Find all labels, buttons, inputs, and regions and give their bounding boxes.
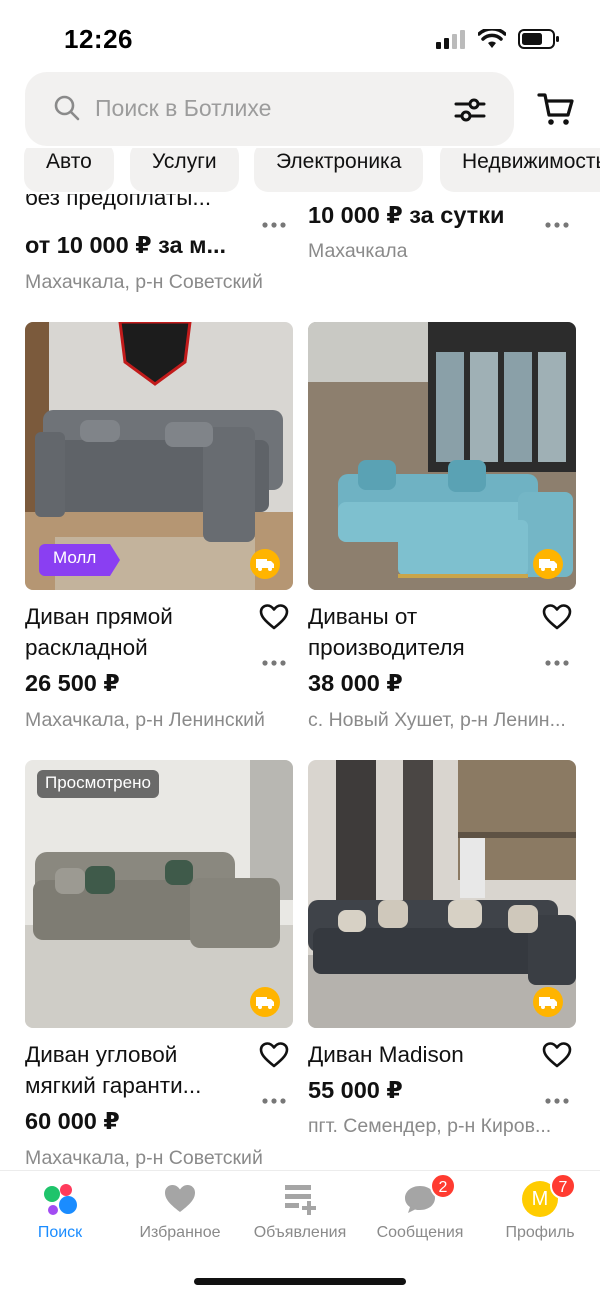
search-input[interactable]: Поиск в Ботлихе (25, 72, 514, 146)
status-icons (436, 28, 560, 50)
home-indicator (194, 1278, 406, 1285)
card-price: 26 500 ₽ (25, 670, 120, 696)
listing-photo[interactable]: Просмотрено (25, 760, 293, 1028)
more-options-icon[interactable] (545, 1097, 569, 1105)
card-location: Махачкала, р-н Советский (25, 271, 263, 293)
card-location: Махачкала (308, 240, 408, 262)
category-chip-services[interactable]: Услуги (130, 148, 239, 192)
delivery-icon (533, 987, 563, 1017)
category-chip-electronics[interactable]: Электроника (254, 148, 424, 192)
card-location: Махачкала, р-н Советский (25, 1147, 263, 1169)
listing-photo[interactable] (308, 322, 576, 590)
favorite-heart-icon[interactable] (542, 603, 572, 631)
favorite-heart-icon[interactable] (259, 1041, 289, 1069)
tab-label: Поиск (37, 1224, 83, 1241)
delivery-icon (533, 549, 563, 579)
card-price: 38 000 ₽ (308, 670, 403, 696)
card-title[interactable]: Диван прямой раскладной (25, 601, 245, 663)
card-price: 10 000 ₽ за сутки (308, 202, 505, 228)
more-options-icon[interactable] (545, 221, 569, 229)
tab-search[interactable]: Поиск (0, 1181, 120, 1261)
viewed-badge: Просмотрено (37, 770, 159, 798)
tab-label: Объявления (253, 1224, 347, 1241)
more-options-icon[interactable] (262, 659, 286, 667)
battery-icon (518, 29, 559, 49)
tab-listings[interactable]: Объявления (240, 1181, 360, 1261)
status-time: 12:26 (64, 24, 133, 54)
profile-badge: 7 (550, 1173, 576, 1199)
more-options-icon[interactable] (262, 1097, 286, 1105)
more-options-icon[interactable] (262, 221, 286, 229)
listing-add-icon (285, 1185, 316, 1215)
tab-label: Сообщения (376, 1224, 464, 1241)
tab-favorites[interactable]: Избранное (120, 1181, 240, 1261)
search-icon (54, 95, 80, 121)
messages-badge: 2 (430, 1173, 456, 1199)
heart-icon (165, 1185, 195, 1212)
card-price: 55 000 ₽ (308, 1077, 403, 1103)
cart-icon[interactable] (537, 90, 575, 128)
signal-icon (436, 30, 465, 49)
category-chips: Авто Услуги Электроника Недвижимость (0, 148, 600, 194)
card-title[interactable]: Диваны от производителя (308, 601, 528, 663)
card-location: пгт. Семендер, р-н Киров... (308, 1115, 552, 1137)
moll-badge: Молл (39, 544, 121, 576)
wifi-icon (478, 29, 506, 48)
category-chip-auto[interactable]: Авто (24, 148, 114, 192)
listing-feed[interactable]: без предоплаты... от 10 000 ₽ за м... Ма… (0, 194, 600, 1170)
category-chip-realty[interactable]: Недвижимость (440, 148, 600, 192)
tab-label: Профиль (505, 1224, 575, 1241)
filter-icon[interactable] (454, 96, 486, 124)
delivery-icon (250, 987, 280, 1017)
tab-profile[interactable]: M 7 Профиль (480, 1173, 600, 1261)
card-title[interactable]: Диван Madison (308, 1039, 528, 1070)
listing-photo[interactable]: Молл (25, 322, 293, 590)
search-dots-icon (44, 1184, 77, 1215)
favorite-heart-icon[interactable] (259, 603, 289, 631)
search-placeholder: Поиск в Ботлихе (95, 95, 272, 121)
card-price: 60 000 ₽ (25, 1108, 120, 1134)
delivery-icon (250, 549, 280, 579)
tab-label: Избранное (139, 1224, 221, 1241)
tab-messages[interactable]: 2 Сообщения (360, 1173, 480, 1261)
status-bar: 12:26 (0, 0, 600, 72)
card-location: с. Новый Хушет, р-н Ленин... (308, 709, 566, 731)
card-title[interactable]: Диван угловой мягкий гаранти... (25, 1039, 245, 1101)
favorite-heart-icon[interactable] (542, 1041, 572, 1069)
card-location: Махачкала, р-н Ленинский (25, 709, 265, 731)
card-title: без предоплаты... (25, 194, 212, 210)
listing-photo[interactable] (308, 760, 576, 1028)
card-price: от 10 000 ₽ за м... (25, 232, 227, 258)
search-row: Поиск в Ботлихе (0, 72, 600, 148)
more-options-icon[interactable] (545, 659, 569, 667)
